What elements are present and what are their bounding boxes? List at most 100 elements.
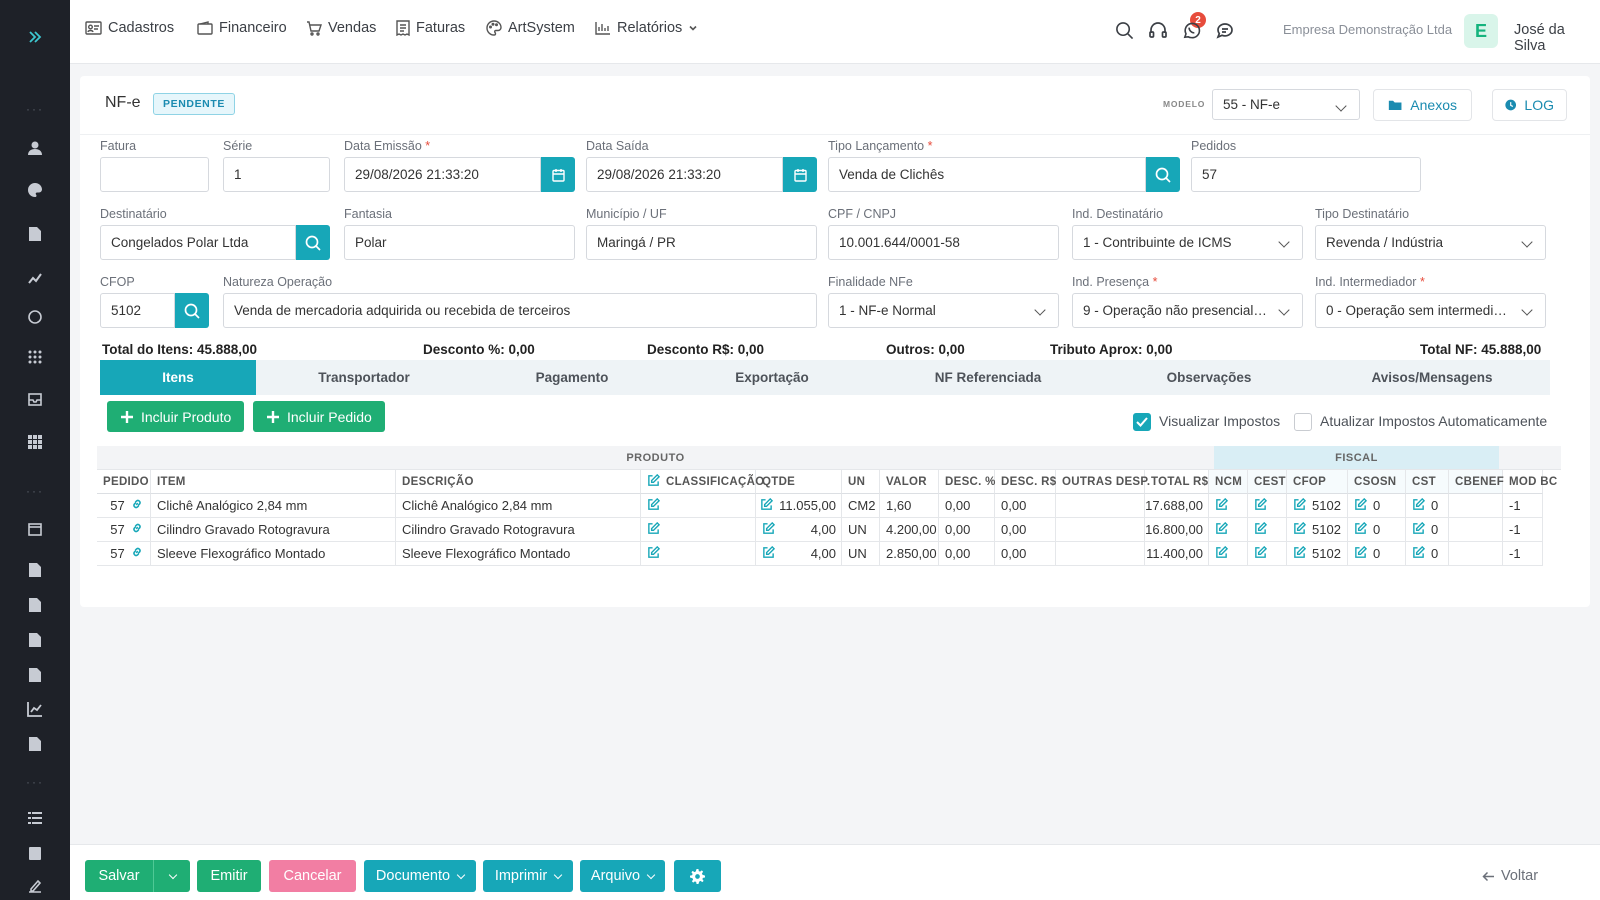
clipboard-icon[interactable] (0, 842, 70, 864)
edit-icon[interactable] (1215, 497, 1229, 514)
incluir-produto-button[interactable]: Incluir Produto (107, 401, 245, 432)
table-cell[interactable]: 5102 (1287, 494, 1348, 518)
signature-icon[interactable] (0, 875, 70, 897)
file-icon[interactable] (0, 664, 70, 686)
incluir-pedido-button[interactable]: Incluir Pedido (253, 401, 385, 432)
tab-transportador[interactable]: Transportador (256, 360, 472, 395)
edit-icon[interactable] (1293, 545, 1307, 562)
nav-faturas[interactable]: Faturas (396, 20, 465, 36)
data-saida-input[interactable]: 29/08/2026 21:33:20 (586, 157, 783, 192)
edit-icon[interactable] (1412, 521, 1426, 538)
tab-itens[interactable]: Itens (100, 360, 256, 395)
visualizar-impostos-checkbox[interactable] (1133, 413, 1151, 431)
edit-icon[interactable] (647, 521, 661, 538)
table-cell[interactable]: 4,00 (756, 542, 842, 566)
edit-icon[interactable] (760, 497, 774, 514)
table-cell[interactable]: 0 (1348, 518, 1406, 542)
search-icon[interactable] (1115, 21, 1134, 43)
municipio-input[interactable]: Maringá / PR (586, 225, 817, 260)
table-cell[interactable]: 0 (1348, 494, 1406, 518)
file-icon[interactable] (0, 594, 70, 616)
table-cell[interactable] (641, 494, 756, 518)
user-name[interactable]: José da Silva (1514, 22, 1600, 54)
finalidade-select[interactable]: 1 - NF-e Normal (828, 293, 1059, 328)
edit-icon[interactable] (1215, 545, 1229, 562)
calendar-icon[interactable] (0, 518, 70, 540)
table-cell[interactable] (1248, 494, 1287, 518)
visualizar-impostos-label[interactable]: Visualizar Impostos (1159, 413, 1280, 429)
data-emissao-input[interactable]: 29/08/2026 21:33:20 (344, 157, 541, 192)
palette-icon[interactable] (0, 179, 70, 201)
fatura-input[interactable] (100, 157, 209, 192)
table-cell[interactable]: 0 (1406, 518, 1449, 542)
whatsapp-icon[interactable] (1182, 21, 1201, 43)
file-icon[interactable] (0, 559, 70, 581)
table-cell[interactable] (1209, 542, 1248, 566)
edit-icon[interactable] (647, 473, 661, 490)
apps-icon[interactable] (0, 431, 70, 453)
nav-vendas[interactable]: Vendas (306, 20, 376, 36)
table-cell[interactable] (1209, 518, 1248, 542)
voltar-link[interactable]: Voltar (1482, 868, 1538, 884)
tab-nf-referenciada[interactable]: NF Referenciada (872, 360, 1104, 395)
chat-icon[interactable] (1216, 21, 1236, 43)
table-cell[interactable] (1248, 518, 1287, 542)
anexos-button[interactable]: Anexos (1373, 89, 1472, 121)
documento-button[interactable]: Documento (364, 860, 476, 892)
table-cell[interactable] (1209, 494, 1248, 518)
line-chart-icon[interactable] (0, 698, 70, 720)
expand-menu-icon[interactable] (0, 26, 70, 48)
atualizar-impostos-checkbox[interactable] (1294, 413, 1312, 431)
edit-icon[interactable] (1215, 521, 1229, 538)
cfop-input[interactable]: 5102 (100, 293, 175, 328)
cancelar-button[interactable]: Cancelar (269, 860, 356, 892)
salvar-options-button[interactable] (153, 860, 190, 892)
tab-pagamento[interactable]: Pagamento (472, 360, 672, 395)
table-cell[interactable] (1248, 542, 1287, 566)
destinatario-input[interactable]: Congelados Polar Ltda (100, 225, 296, 260)
edit-icon[interactable] (1354, 521, 1368, 538)
tab-observacoes[interactable]: Observações (1104, 360, 1314, 395)
tipo-destinatario-select[interactable]: Revenda / Indústria (1315, 225, 1546, 260)
tab-avisos-mensagens[interactable]: Avisos/Mensagens (1314, 360, 1550, 395)
table-cell[interactable]: 0 (1348, 542, 1406, 566)
pedidos-input[interactable]: 57 (1191, 157, 1421, 192)
chart-icon[interactable] (0, 266, 70, 288)
modelo-select[interactable]: 55 - NF-e (1212, 89, 1360, 120)
salvar-button[interactable]: Salvar (85, 860, 153, 892)
ind-intermediador-select[interactable]: 0 - Operação sem intermediador (1315, 293, 1546, 328)
grid-dots-icon[interactable] (0, 346, 70, 368)
edit-icon[interactable] (1293, 521, 1307, 538)
settings-button[interactable] (674, 860, 721, 892)
headset-icon[interactable] (1148, 21, 1168, 43)
edit-icon[interactable] (1254, 545, 1268, 562)
edit-icon[interactable] (1412, 545, 1426, 562)
users-icon[interactable] (0, 137, 70, 159)
edit-icon[interactable] (1354, 497, 1368, 514)
edit-icon[interactable] (762, 521, 776, 538)
tab-exportacao[interactable]: Exportação (672, 360, 872, 395)
edit-icon[interactable] (1412, 497, 1426, 514)
nav-cadastros[interactable]: Cadastros (85, 20, 174, 36)
search-button[interactable] (296, 225, 330, 260)
company-avatar[interactable]: E (1464, 14, 1498, 48)
table-cell[interactable] (641, 542, 756, 566)
ind-destinatario-select[interactable]: 1 - Contribuinte de ICMS (1072, 225, 1303, 260)
log-button[interactable]: LOG (1492, 89, 1567, 121)
search-button[interactable] (175, 293, 209, 328)
table-cell[interactable]: 5102 (1287, 518, 1348, 542)
arquivo-button[interactable]: Arquivo (580, 860, 665, 892)
table-cell[interactable]: 0 (1406, 542, 1449, 566)
table-cell[interactable]: 11.055,00 (756, 494, 842, 518)
table-cell[interactable]: 5102 (1287, 542, 1348, 566)
serie-input[interactable]: 1 (223, 157, 330, 192)
edit-icon[interactable] (647, 545, 661, 562)
table-cell[interactable] (641, 518, 756, 542)
link-icon[interactable] (131, 498, 143, 513)
whatsapp-icon[interactable] (0, 306, 70, 328)
table-cell[interactable]: 4,00 (756, 518, 842, 542)
edit-icon[interactable] (647, 497, 661, 514)
list-icon[interactable] (0, 807, 70, 829)
link-icon[interactable] (131, 546, 143, 561)
emitir-button[interactable]: Emitir (197, 860, 261, 892)
